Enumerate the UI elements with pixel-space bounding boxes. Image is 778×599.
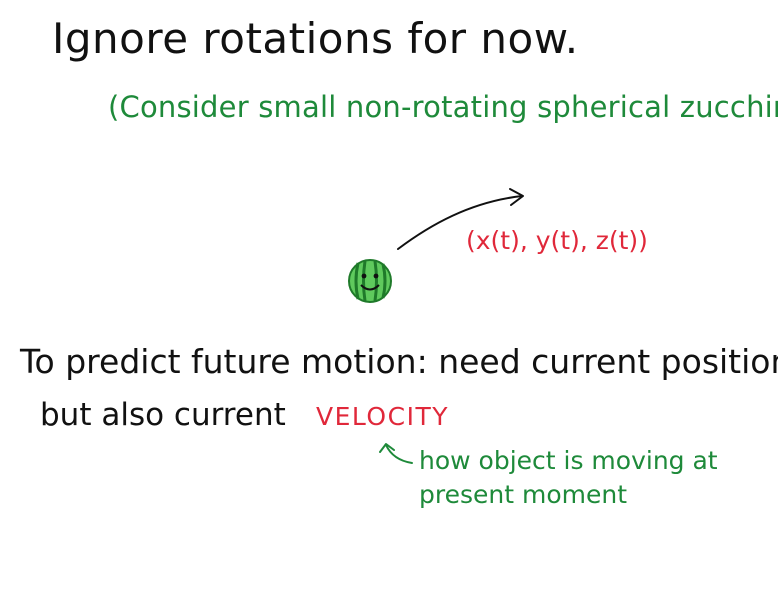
hook-arrow-icon	[379, 443, 413, 464]
velocity-label: VELOCITY	[316, 402, 449, 431]
explanation-line-2: present moment	[419, 480, 628, 509]
coordinates-label: (x(t), y(t), z(t))	[466, 226, 648, 255]
but-also-text: but also current	[40, 397, 286, 433]
subtitle-text: (Consider small non-rotating spherical z…	[108, 90, 778, 124]
predict-text: To predict future motion: need current p…	[20, 342, 778, 381]
title-text: Ignore rotations for now.	[52, 14, 579, 63]
zucchini-icon	[348, 259, 392, 303]
explanation-line-1: how object is moving at	[419, 446, 718, 475]
